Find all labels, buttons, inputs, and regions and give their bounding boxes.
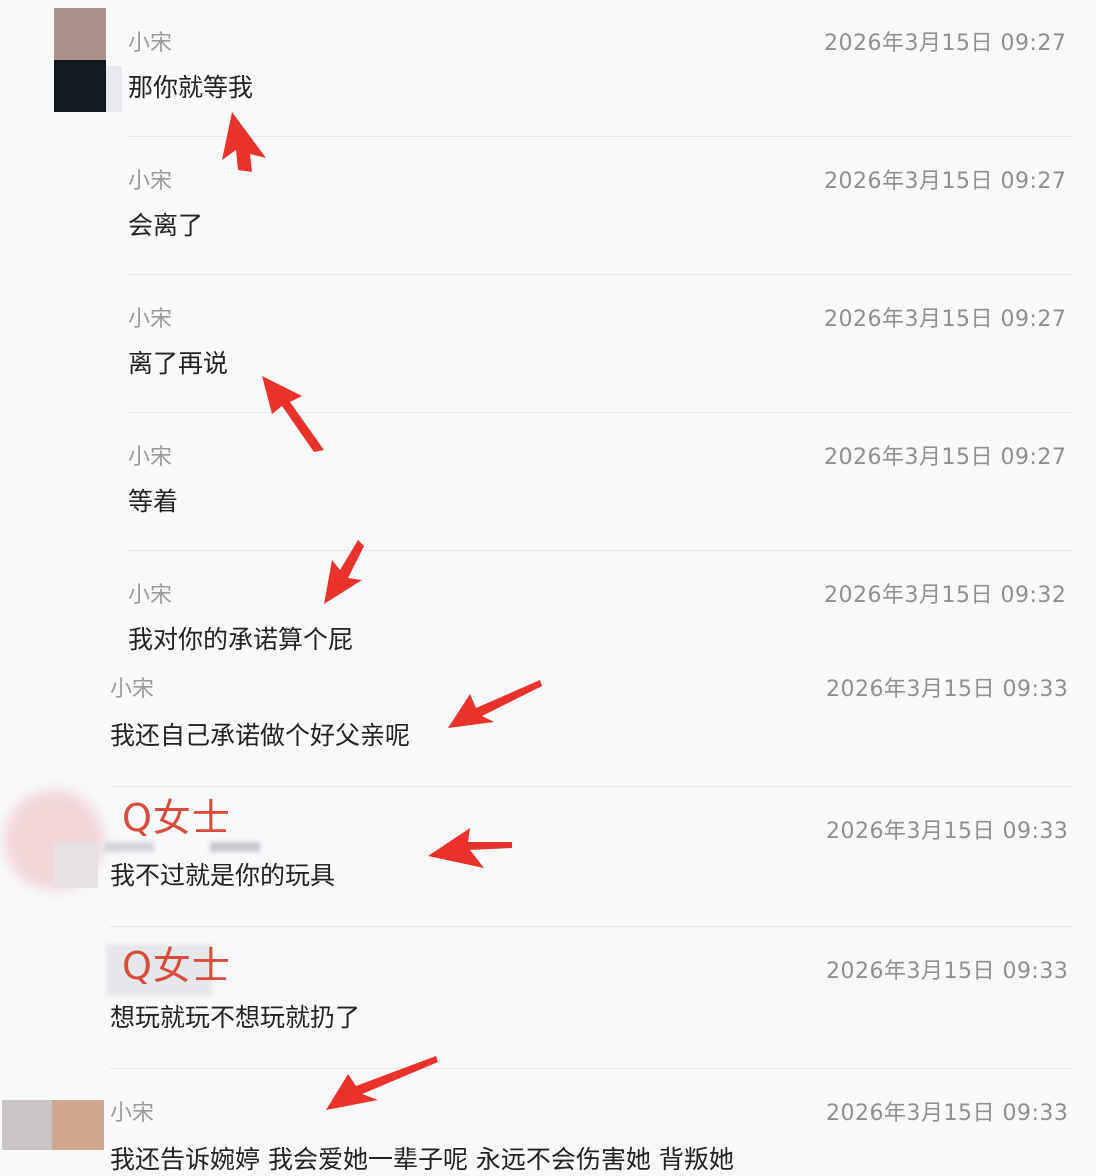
chat-history: 小宋 2026年3月15日 09:27 那你就等我 小宋 2026年3月15日 … xyxy=(0,0,1096,1176)
red-arrow-icon xyxy=(326,1056,438,1110)
red-arrow-icon xyxy=(222,112,266,172)
red-arrow-icon xyxy=(222,112,542,1110)
red-arrow-icon xyxy=(448,680,542,728)
red-arrow-icon xyxy=(324,540,364,604)
red-arrow-icon xyxy=(428,828,512,868)
red-arrow-icon xyxy=(262,376,324,452)
